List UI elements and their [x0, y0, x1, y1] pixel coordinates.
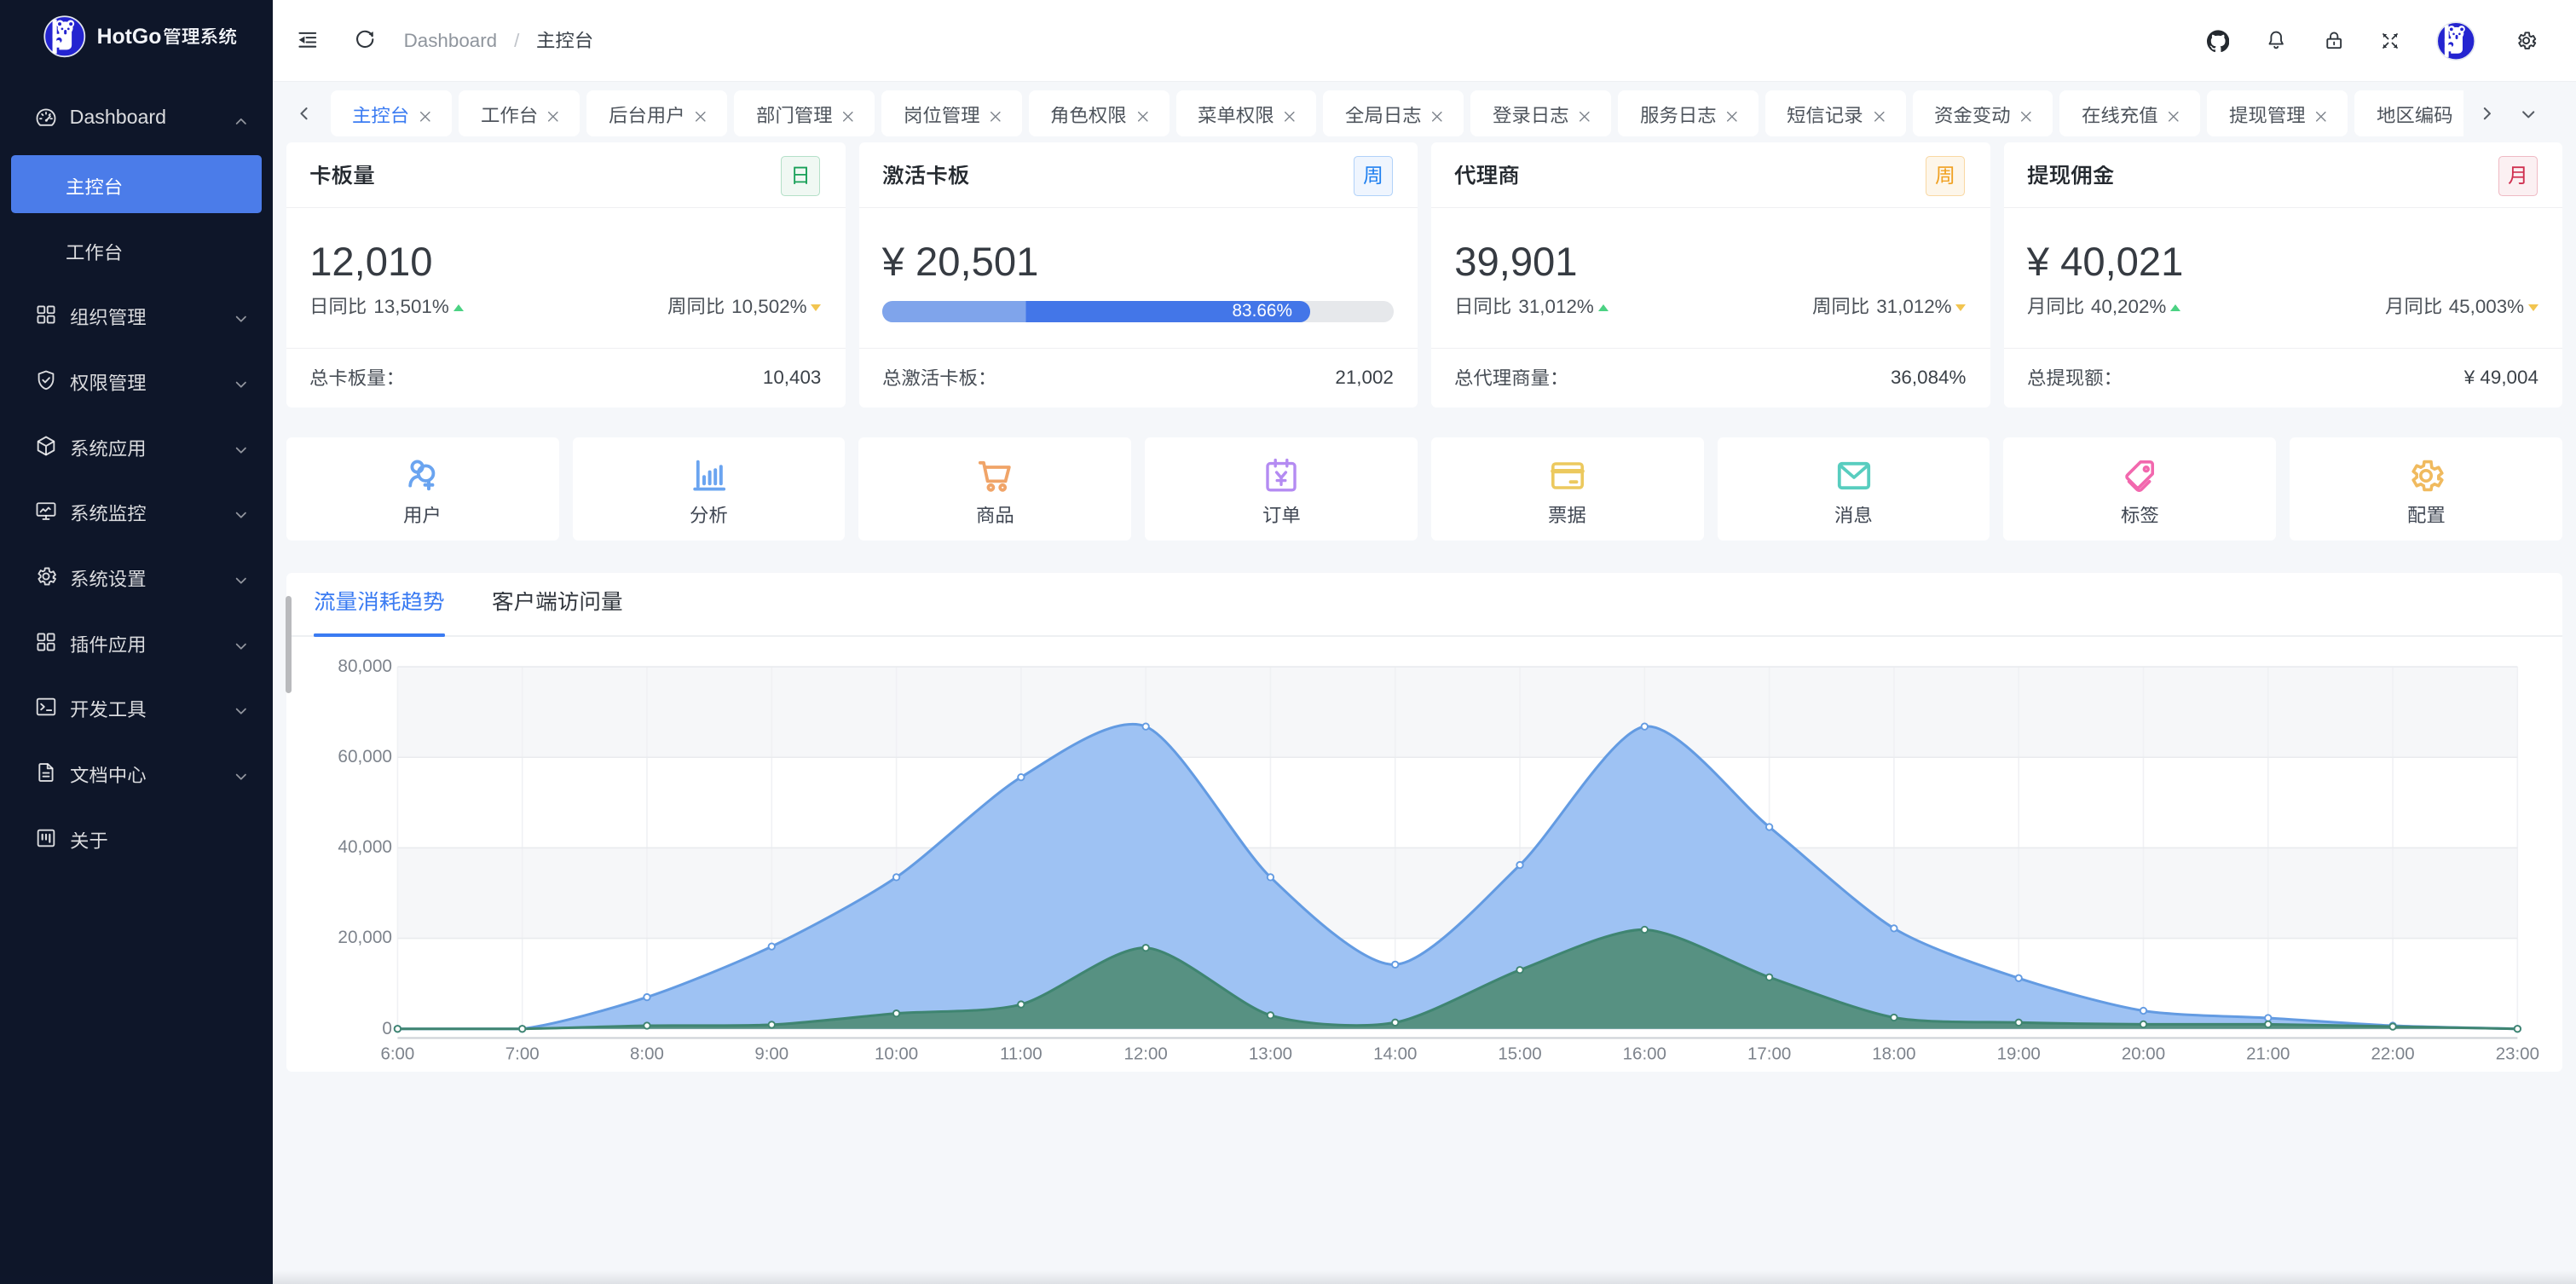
svg-text:14:00: 14:00 — [1373, 1044, 1417, 1063]
svg-text:11:00: 11:00 — [1000, 1044, 1043, 1063]
svg-text:22:00: 22:00 — [2371, 1044, 2414, 1063]
svg-text:6:00: 6:00 — [380, 1044, 414, 1063]
svg-text:19:00: 19:00 — [1996, 1044, 2040, 1063]
svg-text:16:00: 16:00 — [1622, 1044, 1666, 1063]
svg-text:12:00: 12:00 — [1123, 1044, 1167, 1063]
svg-text:9:00: 9:00 — [754, 1044, 788, 1063]
svg-text:8:00: 8:00 — [630, 1044, 664, 1063]
svg-text:7:00: 7:00 — [505, 1044, 539, 1063]
svg-text:23:00: 23:00 — [2495, 1044, 2538, 1063]
svg-text:21:00: 21:00 — [2246, 1044, 2290, 1063]
svg-text:13:00: 13:00 — [1248, 1044, 1291, 1063]
svg-text:18:00: 18:00 — [1872, 1044, 1915, 1063]
svg-text:15:00: 15:00 — [1498, 1044, 1541, 1063]
svg-text:17:00: 17:00 — [1747, 1044, 1791, 1063]
svg-text:20:00: 20:00 — [2121, 1044, 2164, 1063]
svg-text:10:00: 10:00 — [875, 1044, 918, 1063]
